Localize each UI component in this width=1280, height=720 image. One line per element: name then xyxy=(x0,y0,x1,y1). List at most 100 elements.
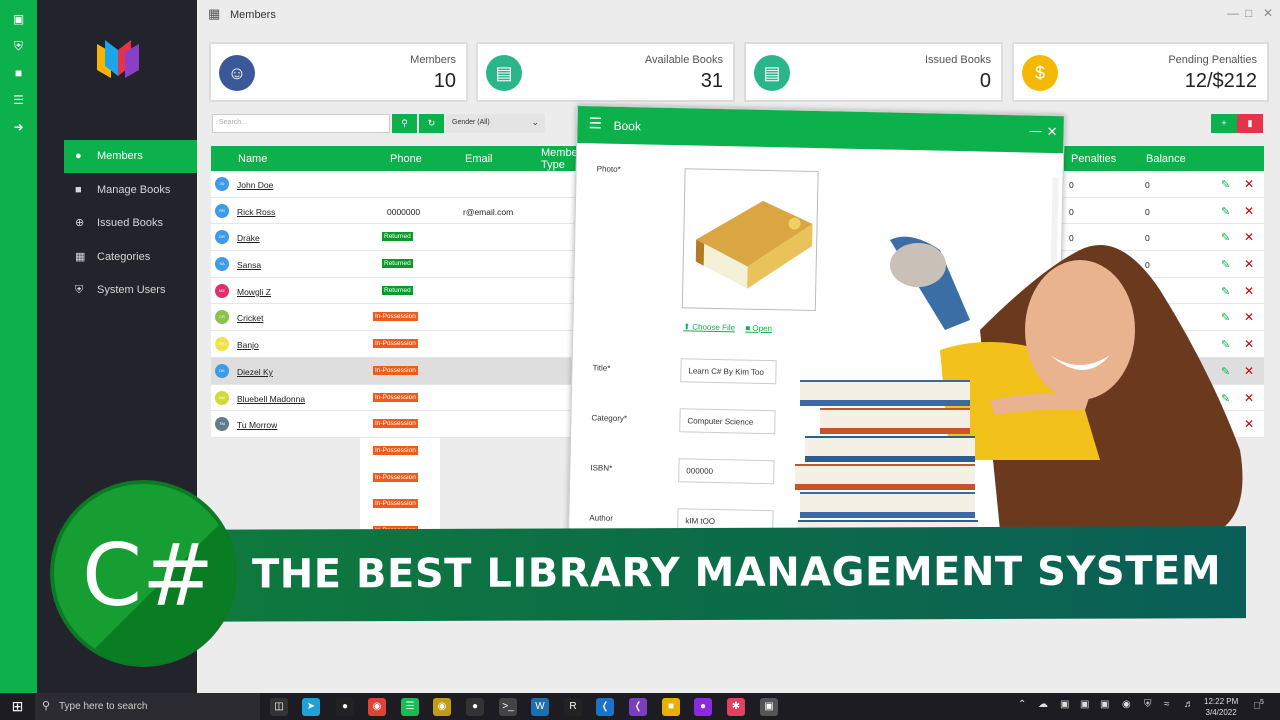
column-header-name[interactable]: Name xyxy=(238,153,267,165)
lock-icon[interactable]: ■ xyxy=(0,60,37,87)
sidebar-item-label: System Users xyxy=(97,284,166,296)
trash-icon: ▮ xyxy=(1247,118,1253,128)
plus-icon: + xyxy=(1221,118,1227,128)
table-row: In-Possession xyxy=(360,438,440,465)
book-icon: ▤ xyxy=(486,55,522,91)
library-app-icon[interactable]: ▣ xyxy=(760,698,778,716)
edit-pencil-icon[interactable]: ✎ xyxy=(1221,178,1230,191)
table-row: In-Possession xyxy=(360,464,440,492)
column-header-phone[interactable]: Phone xyxy=(390,153,422,165)
cloud-icon[interactable]: ☁ xyxy=(1038,699,1048,710)
taskbar-search[interactable]: ⚲ Type here to search xyxy=(35,693,260,720)
csharp-logo: C# xyxy=(50,480,237,667)
tray-app-icon[interactable]: ▣ xyxy=(1060,699,1069,710)
tray-app-icon[interactable]: ▣ xyxy=(1080,699,1089,710)
sidebar-item-manage-books[interactable]: ■ Manage Books xyxy=(64,174,197,207)
maximize-icon[interactable]: □ xyxy=(1245,6,1252,20)
file-explorer-icon[interactable]: ■ xyxy=(662,698,680,716)
column-header-email[interactable]: Email xyxy=(465,153,493,165)
column-header-balance[interactable]: Balance xyxy=(1146,153,1186,165)
status-badge: In-Possession xyxy=(373,392,418,402)
refresh-button[interactable]: ↻ xyxy=(419,114,444,133)
delete-x-icon[interactable]: ✕ xyxy=(1244,177,1254,191)
stat-card-issued-books: ▤ Issued Books 0 xyxy=(744,42,1003,102)
stat-label: Members xyxy=(410,54,456,66)
chrome-canary-icon[interactable]: ◉ xyxy=(433,698,451,716)
figma-icon[interactable]: ● xyxy=(336,698,354,716)
notification-icon[interactable]: □5 xyxy=(1254,699,1264,711)
avatar: MZ xyxy=(215,283,229,298)
member-name-link[interactable]: Cricket xyxy=(237,313,263,323)
menu-icon[interactable]: ☰ xyxy=(588,114,602,132)
search-icon: ⚲ xyxy=(42,700,51,712)
windows-start-icon[interactable]: ⊞ xyxy=(0,693,35,720)
tray-app-icon[interactable]: ▣ xyxy=(1100,699,1109,710)
stat-label: Pending Penalties xyxy=(1168,54,1257,66)
member-avatar-icon: ☺ xyxy=(219,55,255,91)
status-badge: In-Possession xyxy=(373,339,418,349)
member-name-link[interactable]: Sansa xyxy=(237,260,261,270)
close-icon[interactable]: ✕ xyxy=(1263,6,1273,20)
visual-studio-icon[interactable]: ❬ xyxy=(629,698,647,716)
add-button[interactable]: + xyxy=(1211,114,1237,133)
member-name-link[interactable]: Bluebell Madonna xyxy=(237,394,305,404)
banner-text: THE BEST LIBRARY MANAGEMENT SYSTEM xyxy=(252,548,1222,598)
terminal-icon[interactable]: >_ xyxy=(499,698,517,716)
firefox-icon[interactable]: ● xyxy=(694,698,712,716)
rider-icon[interactable]: R xyxy=(564,698,582,716)
member-name-link[interactable]: Mowgli Z xyxy=(237,287,271,297)
book-icon: ▤ xyxy=(754,55,790,91)
chrome-icon[interactable]: ◉ xyxy=(368,698,386,716)
spotify-icon[interactable]: ☰ xyxy=(401,698,419,716)
document-icon[interactable]: ▣ xyxy=(0,6,37,33)
wifi-icon[interactable]: ≈ xyxy=(1164,699,1170,710)
search-input[interactable]: Search... xyxy=(212,114,390,133)
csharp-logo-text: C# xyxy=(82,526,215,626)
grid-icon: ▦ xyxy=(75,250,86,263)
gender-select[interactable]: Gender (All) ⌄ xyxy=(446,114,545,133)
volume-icon[interactable]: ♬ xyxy=(1184,699,1194,710)
minimize-icon[interactable]: — xyxy=(1029,123,1041,137)
sidebar-item-issued-books[interactable]: ⊕ Issued Books xyxy=(64,207,197,240)
delete-button[interactable]: ▮ xyxy=(1237,114,1263,133)
member-name-link[interactable]: Tu Morrow xyxy=(237,420,277,430)
chevron-up-icon[interactable]: ⌃ xyxy=(1018,699,1026,710)
member-balance: 0 xyxy=(1145,180,1150,190)
shield-icon[interactable]: ⛨ xyxy=(0,33,37,60)
minimize-icon[interactable]: — xyxy=(1227,6,1239,20)
sidebar-item-members[interactable]: ● Members xyxy=(64,140,197,173)
choose-file-link[interactable]: ⬆ Choose File xyxy=(683,322,735,332)
dialog-header: ☰ Book — ✕ xyxy=(577,106,1064,154)
member-name-link[interactable]: Diezel Ky xyxy=(237,367,273,377)
dollar-icon: $ xyxy=(1022,55,1058,91)
github-icon[interactable]: ● xyxy=(466,698,484,716)
member-name-link[interactable]: Banjo xyxy=(237,340,259,350)
sidebar-item-system-users[interactable]: ⛨ System Users xyxy=(64,274,197,307)
task-view-icon[interactable]: ◫ xyxy=(270,698,288,716)
title-bar: ▦ Members — □ ✕ xyxy=(197,0,1280,30)
avatar: CR xyxy=(215,310,229,325)
status-badge: In-Possession xyxy=(373,312,418,322)
member-name-link[interactable]: John Doe xyxy=(237,180,273,190)
search-button[interactable]: ⚲ xyxy=(392,114,417,133)
avatar: DK xyxy=(215,363,229,378)
shield-icon[interactable]: ⛨ xyxy=(1144,699,1152,710)
avatar: BM xyxy=(215,390,229,405)
member-name-link[interactable]: Drake xyxy=(237,233,260,243)
clock[interactable]: 12:22 PM 3/4/2022 xyxy=(1204,696,1238,718)
member-name-link[interactable]: Rick Ross xyxy=(237,207,275,217)
record-icon[interactable]: ◉ xyxy=(1122,699,1131,710)
webstorm-icon[interactable]: W xyxy=(531,698,549,716)
sidebar-item-label: Members xyxy=(97,150,143,162)
logout-icon[interactable]: ➜ xyxy=(0,114,37,141)
column-header-penalties[interactable]: Penalties xyxy=(1071,153,1116,165)
sidebar-item-categories[interactable]: ▦ Categories xyxy=(64,241,197,274)
close-icon[interactable]: ✕ xyxy=(1046,124,1057,140)
status-badge: Returned xyxy=(382,232,413,242)
vscode-icon[interactable]: ❬ xyxy=(596,698,614,716)
refresh-icon: ↻ xyxy=(427,118,436,128)
stat-card-members: ☺ Members 10 xyxy=(209,42,468,102)
telegram-icon[interactable]: ➤ xyxy=(302,698,320,716)
database-icon[interactable]: ☰ xyxy=(0,87,37,114)
app-icon[interactable]: ✱ xyxy=(727,698,745,716)
